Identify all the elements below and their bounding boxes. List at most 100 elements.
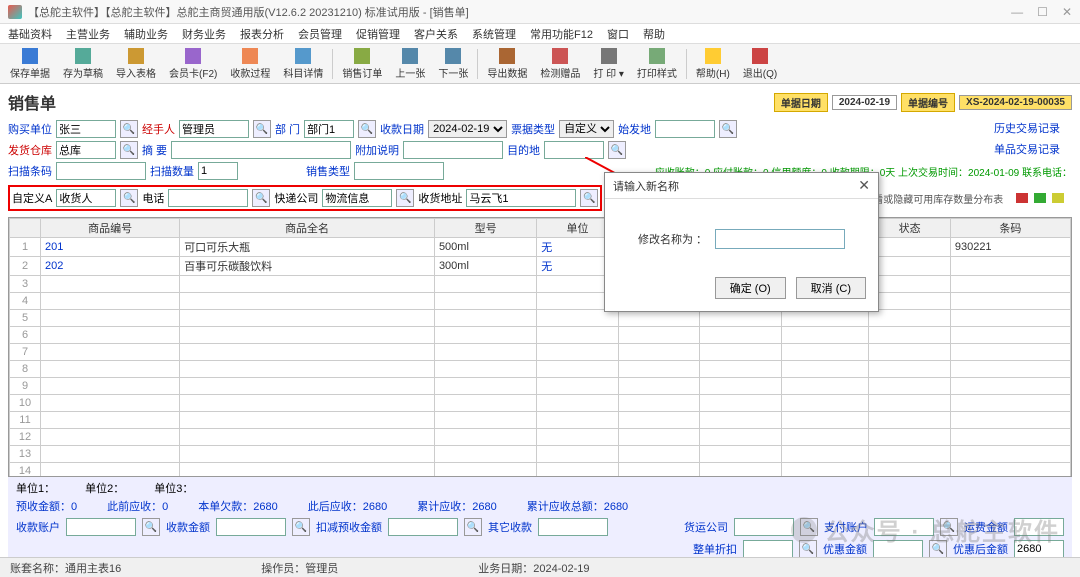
search-icon[interactable]: 🔍 — [252, 189, 270, 207]
search-icon[interactable]: 🔍 — [358, 120, 376, 138]
note-input[interactable] — [403, 141, 503, 159]
yellow-flag-icon[interactable] — [1052, 193, 1064, 203]
phone-input[interactable] — [168, 189, 248, 207]
toolbar-detail-button[interactable]: 科目详情 — [277, 46, 329, 82]
search-icon[interactable]: 🔍 — [464, 518, 482, 536]
dialog-close-icon[interactable]: ✕ — [858, 177, 870, 194]
toolbar-exit-button[interactable]: 退出(Q) — [737, 46, 783, 82]
toolbar-gift-button[interactable]: 检测赠品 — [534, 46, 586, 82]
table-row[interactable]: 4 — [10, 293, 1071, 310]
after-pref-input[interactable] — [1014, 540, 1064, 558]
single-link[interactable]: 单品交易记录 — [994, 141, 1060, 157]
search-icon[interactable]: 🔍 — [719, 120, 737, 138]
toolbar-help-button[interactable]: 帮助(H) — [690, 46, 736, 82]
column-header[interactable]: 商品编号 — [41, 219, 180, 238]
table-row[interactable]: 5 — [10, 310, 1071, 327]
menu-item[interactable]: 会员管理 — [298, 26, 342, 42]
search-icon[interactable]: 🔍 — [120, 141, 138, 159]
menu-item[interactable]: 窗口 — [607, 26, 629, 42]
menu-item[interactable]: 报表分析 — [240, 26, 284, 42]
toolbar-card-button[interactable]: 会员卡(F2) — [163, 46, 223, 82]
scan-input[interactable] — [56, 162, 146, 180]
close-icon[interactable]: ✕ — [1062, 5, 1072, 19]
toolbar-draft-button[interactable]: 存为草稿 — [57, 46, 109, 82]
menu-item[interactable]: 主营业务 — [66, 26, 110, 42]
search-icon[interactable]: 🔍 — [800, 518, 818, 536]
search-icon[interactable]: 🔍 — [292, 518, 310, 536]
items-grid[interactable]: 商品编号商品全名型号单位数量单价金额状态条码1201可口可乐大瓶500ml无28… — [8, 217, 1072, 477]
toolbar-prev-button[interactable]: 上一张 — [389, 46, 431, 82]
menu-item[interactable]: 客户关系 — [414, 26, 458, 42]
menu-item[interactable]: 辅助业务 — [124, 26, 168, 42]
scan-qty-input[interactable] — [198, 162, 238, 180]
menu-item[interactable]: 常用功能F12 — [530, 26, 593, 42]
toolbar-style-button[interactable]: 打印样式 — [631, 46, 683, 82]
search-icon[interactable]: 🔍 — [929, 540, 947, 558]
table-row[interactable]: 9 — [10, 378, 1071, 395]
discount-input[interactable] — [743, 540, 793, 558]
toolbar-save-button[interactable]: 保存单据 — [4, 46, 56, 82]
search-icon[interactable]: 🔍 — [799, 540, 817, 558]
toolbar-order-button[interactable]: 销售订单 — [336, 46, 388, 82]
menu-item[interactable]: 促销管理 — [356, 26, 400, 42]
deduct-input[interactable] — [388, 518, 458, 536]
column-header[interactable]: 商品全名 — [180, 219, 435, 238]
recv-addr-input[interactable] — [466, 189, 576, 207]
express-input[interactable] — [322, 189, 392, 207]
table-row[interactable]: 14 — [10, 463, 1071, 478]
freight-amt-input[interactable] — [1014, 518, 1064, 536]
toolbar-import-button[interactable]: 导入表格 — [110, 46, 162, 82]
table-row[interactable]: 3 — [10, 276, 1071, 293]
menu-item[interactable]: 帮助 — [643, 26, 665, 42]
table-row[interactable]: 10 — [10, 395, 1071, 412]
table-row[interactable]: 12 — [10, 429, 1071, 446]
menu-item[interactable]: 基础资料 — [8, 26, 52, 42]
search-icon[interactable]: 🔍 — [580, 189, 598, 207]
sale-type-input[interactable] — [354, 162, 444, 180]
toolbar-next-button[interactable]: 下一张 — [432, 46, 474, 82]
history-link[interactable]: 历史交易记录 — [994, 120, 1060, 136]
search-icon[interactable]: 🔍 — [253, 120, 271, 138]
menu-item[interactable]: 系统管理 — [472, 26, 516, 42]
custom-a-input[interactable] — [56, 189, 116, 207]
table-row[interactable]: 2202百事可乐碳酸饮料300ml无3300900 — [10, 257, 1071, 276]
search-icon[interactable]: 🔍 — [940, 518, 958, 536]
cancel-button[interactable]: 取消 (C) — [796, 277, 866, 299]
column-header[interactable]: 状态 — [869, 219, 950, 238]
ship-from-input[interactable] — [655, 120, 715, 138]
ok-button[interactable]: 确定 (O) — [715, 277, 786, 299]
search-icon[interactable]: 🔍 — [396, 189, 414, 207]
dept-input[interactable] — [304, 120, 354, 138]
other-input[interactable] — [538, 518, 608, 536]
toolbar-pay-button[interactable]: 收款过程 — [224, 46, 276, 82]
column-header[interactable] — [10, 219, 41, 238]
table-row[interactable]: 11 — [10, 412, 1071, 429]
table-row[interactable]: 7 — [10, 344, 1071, 361]
table-row[interactable]: 1201可口可乐大瓶500ml无28901780930221 — [10, 238, 1071, 257]
warehouse-input[interactable] — [56, 141, 116, 159]
recv-amt-input[interactable] — [216, 518, 286, 536]
search-icon[interactable]: 🔍 — [142, 518, 160, 536]
recv-acct-input[interactable] — [66, 518, 136, 536]
dialog-input[interactable] — [715, 229, 845, 249]
invoice-type-select[interactable]: 自定义 — [559, 120, 614, 138]
recv-date-select[interactable]: 2024-02-19 — [428, 120, 507, 138]
table-row[interactable]: 13 — [10, 446, 1071, 463]
handler-input[interactable] — [179, 120, 249, 138]
search-icon[interactable]: 🔍 — [608, 141, 626, 159]
pay-acct-input[interactable] — [874, 518, 934, 536]
table-row[interactable]: 6 — [10, 327, 1071, 344]
table-row[interactable]: 8 — [10, 361, 1071, 378]
green-flag-icon[interactable] — [1034, 193, 1046, 203]
pref-amt-input[interactable] — [873, 540, 923, 558]
dest-input[interactable] — [544, 141, 604, 159]
search-icon[interactable]: 🔍 — [120, 120, 138, 138]
maximize-icon[interactable]: ☐ — [1037, 5, 1048, 19]
freight-co-input[interactable] — [734, 518, 794, 536]
column-header[interactable]: 型号 — [434, 219, 536, 238]
minimize-icon[interactable]: — — [1011, 5, 1023, 19]
search-icon[interactable]: 🔍 — [120, 189, 138, 207]
menu-item[interactable]: 财务业务 — [182, 26, 226, 42]
red-flag-icon[interactable] — [1016, 193, 1028, 203]
summary-input[interactable] — [171, 141, 351, 159]
